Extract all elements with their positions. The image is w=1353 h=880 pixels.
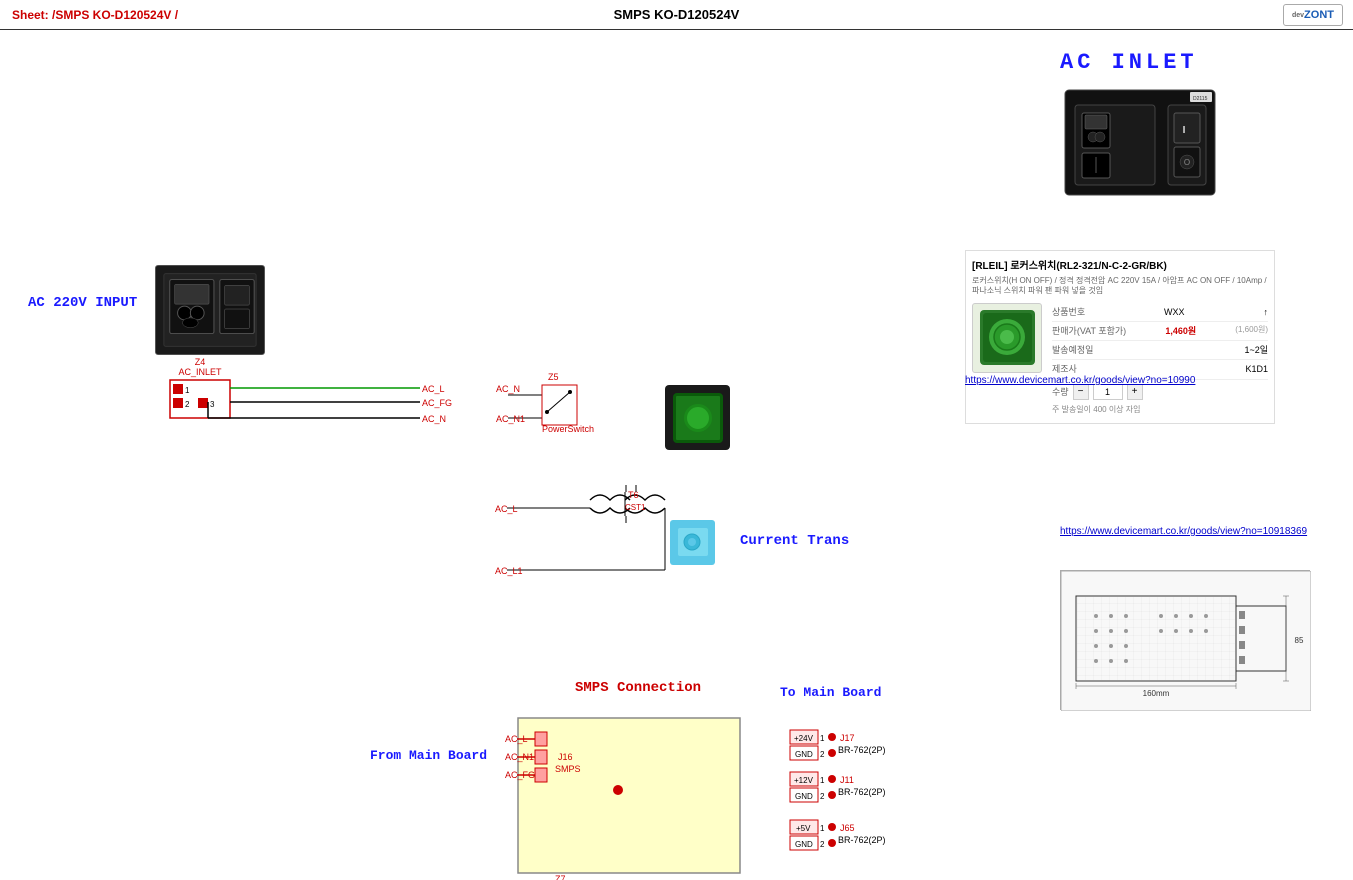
svg-text:1: 1: [185, 386, 190, 395]
svg-text:J11: J11: [840, 775, 854, 785]
svg-text:I: I: [1183, 125, 1186, 136]
sheet-path: Sheet: /SMPS KO-D120524V /: [12, 8, 178, 22]
svg-text:Z7: Z7: [555, 874, 566, 880]
svg-text:BR-762(2P): BR-762(2P): [838, 745, 886, 755]
svg-text:2: 2: [820, 840, 825, 849]
svg-text:SMPS: SMPS: [555, 764, 581, 774]
svg-text:1: 1: [820, 734, 825, 743]
svg-text:AC_L: AC_L: [422, 384, 445, 394]
svg-text:GND: GND: [795, 750, 813, 759]
svg-text:AC_INLET: AC_INLET: [178, 367, 222, 377]
svg-text:AC_FG: AC_FG: [422, 398, 452, 408]
logo: devZONT: [1283, 4, 1343, 26]
svg-text:160mm: 160mm: [1143, 689, 1170, 698]
qty-plus[interactable]: +: [1127, 384, 1143, 400]
green-button: [673, 393, 723, 443]
svg-text:AC_N: AC_N: [422, 414, 446, 424]
svg-text:D2115: D2115: [1193, 96, 1208, 102]
svg-text:2: 2: [185, 400, 190, 409]
smps-connection-title: SMPS Connection: [575, 680, 701, 696]
page-title: SMPS KO-D120524V: [614, 7, 740, 22]
ac-inlet-product-photo: D2115 I O: [1060, 85, 1220, 200]
svg-text:AC_L: AC_L: [495, 504, 518, 514]
ac-input-label: AC 220V INPUT: [28, 295, 137, 311]
svg-text:BR-762(2P): BR-762(2P): [838, 787, 886, 797]
ct-devicemart-link[interactable]: https://www.devicemart.co.kr/goods/view?…: [1060, 526, 1307, 537]
product-details: 상품번호 WXX ↑ 판매가(VAT 포함가) 1,460원 (1,600원) …: [1052, 303, 1268, 417]
qty-input[interactable]: [1093, 384, 1123, 400]
svg-text:AC_N1: AC_N1: [496, 414, 525, 424]
svg-text:85: 85: [1295, 636, 1304, 645]
svg-text:3: 3: [210, 400, 215, 409]
svg-text:T6: T6: [628, 490, 639, 500]
svg-text:Z5: Z5: [548, 372, 559, 382]
product-desc: 로커스위치(H ON OFF) / 정격 정격전압 AC 220V 15A / …: [972, 276, 1268, 297]
power-switch-image: [665, 385, 730, 450]
svg-text:2: 2: [820, 792, 825, 801]
svg-text:Z4: Z4: [195, 357, 206, 367]
product-image: [972, 303, 1042, 373]
logo-dev: dev: [1292, 12, 1304, 19]
svg-text:+24V: +24V: [794, 734, 814, 743]
svg-text:J16: J16: [558, 752, 573, 762]
ac-inlet-title: AC INLET: [1060, 50, 1198, 75]
svg-text:PowerSwitch: PowerSwitch: [542, 424, 594, 434]
svg-text:2: 2: [820, 750, 825, 759]
svg-text:CST1: CST1: [625, 503, 646, 512]
product-card: [RLEIL] 로커스위치(RL2-321/N-C-2-GR/BK) 로커스위치…: [965, 250, 1275, 424]
svg-text:AC_L: AC_L: [505, 734, 528, 744]
content-area: AC INLET D2115 I O [RLEIL] 로커스위: [0, 30, 1353, 880]
svg-text:+12V: +12V: [794, 776, 814, 785]
ac-inlet-photo-left: [155, 265, 265, 355]
svg-text:1: 1: [820, 824, 825, 833]
svg-text:J65: J65: [840, 823, 855, 833]
svg-text:1: 1: [820, 776, 825, 785]
header: Sheet: /SMPS KO-D120524V / SMPS KO-D1205…: [0, 0, 1353, 30]
green-button-inner: [684, 404, 712, 432]
to-main-board-title: To Main Board: [780, 685, 881, 700]
svg-text:AC_FG: AC_FG: [505, 770, 535, 780]
svg-text:GND: GND: [795, 840, 813, 849]
current-trans-label: Current Trans: [740, 533, 849, 549]
svg-text:+5V: +5V: [796, 824, 811, 833]
svg-text:J17: J17: [840, 733, 855, 743]
from-main-board-label: From Main Board: [370, 748, 487, 763]
svg-text:BR-762(2P): BR-762(2P): [838, 835, 886, 845]
svg-text:AC_L1: AC_L1: [495, 566, 523, 576]
ct-technical-drawing: 160mm 85: [1060, 570, 1310, 710]
current-trans-image: [670, 520, 715, 565]
svg-text:AC_N: AC_N: [496, 384, 520, 394]
qty-minus[interactable]: −: [1073, 384, 1089, 400]
svg-text:O: O: [1184, 158, 1190, 167]
svg-text:AC_N1: AC_N1: [505, 752, 534, 762]
product-title: [RLEIL] 로커스위치(RL2-321/N-C-2-GR/BK): [972, 257, 1268, 272]
svg-text:GND: GND: [795, 792, 813, 801]
logo-zont: ZONT: [1304, 9, 1334, 21]
devicemart-link-top[interactable]: https://www.devicemart.co.kr/goods/view?…: [965, 375, 1195, 386]
